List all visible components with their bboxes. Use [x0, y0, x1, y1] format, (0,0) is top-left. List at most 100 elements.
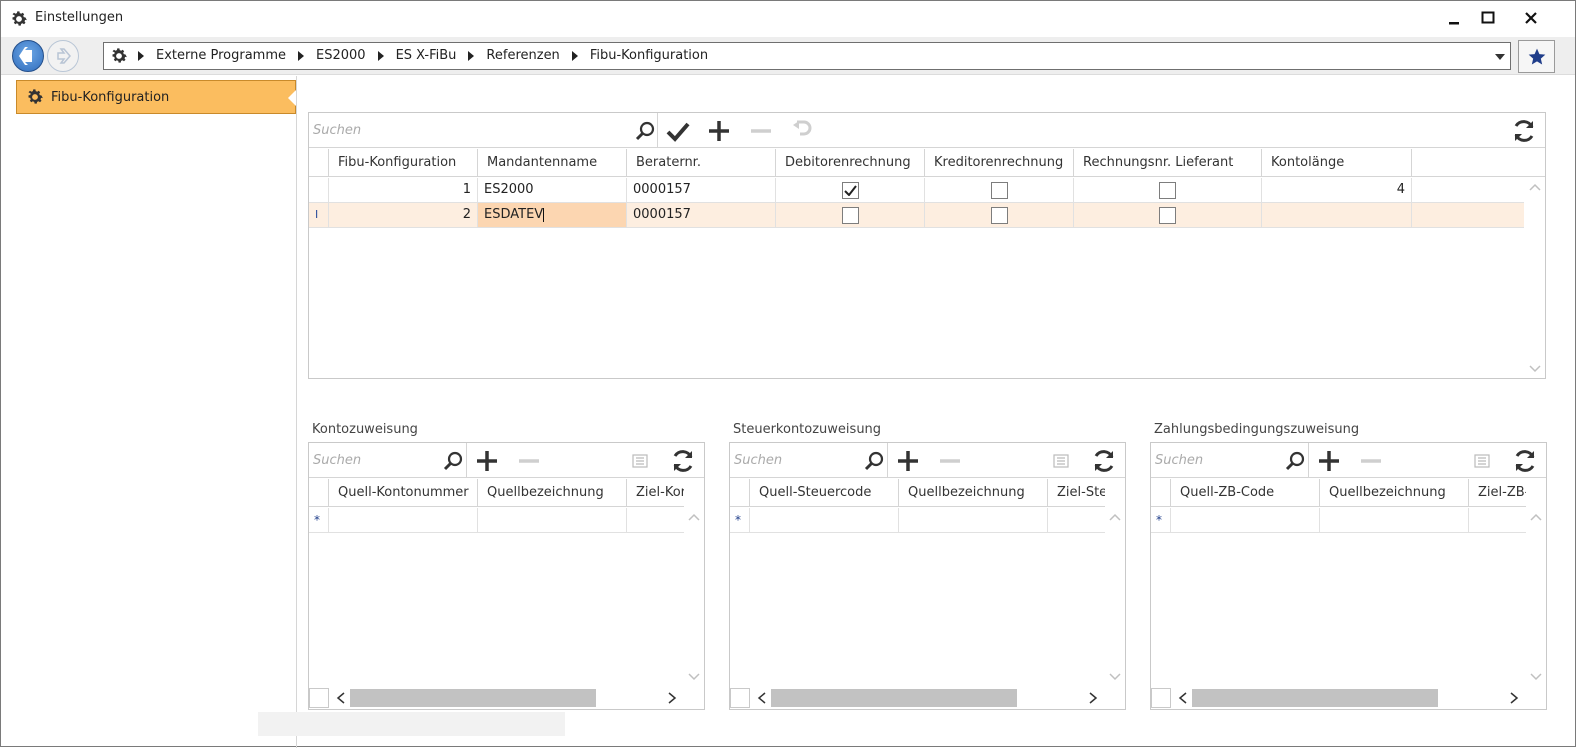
horizontal-scrollbar[interactable] — [1172, 687, 1526, 709]
new-row[interactable]: * — [309, 508, 684, 533]
search-icon[interactable] — [442, 450, 464, 472]
breadcrumb-separator-icon[interactable] — [462, 43, 480, 69]
column-header[interactable]: Beraternr. — [627, 149, 776, 177]
scroll-down-icon[interactable] — [1529, 362, 1541, 374]
scroll-up-icon[interactable] — [1529, 182, 1541, 194]
column-header[interactable]: Quell-Kontonummer — [329, 479, 478, 507]
add-button[interactable] — [895, 448, 921, 474]
debitorenrechnung-checkbox[interactable] — [841, 181, 859, 199]
vertical-scrollbar[interactable] — [1525, 178, 1545, 378]
breadcrumb-separator-icon[interactable] — [566, 43, 584, 69]
scroll-left-icon[interactable] — [1178, 692, 1188, 704]
search-icon[interactable] — [1284, 450, 1306, 472]
details-button[interactable] — [627, 448, 653, 474]
scroll-up-icon[interactable] — [1530, 512, 1542, 524]
maximize-button[interactable] — [1470, 5, 1506, 31]
search-box[interactable] — [730, 443, 888, 477]
search-icon[interactable] — [863, 450, 885, 472]
breadcrumb-item-externe-programme[interactable]: Externe Programme — [150, 43, 292, 69]
vertical-scrollbar[interactable] — [684, 508, 704, 688]
details-button[interactable] — [1048, 448, 1074, 474]
search-input[interactable] — [311, 118, 631, 142]
close-button[interactable] — [1513, 5, 1549, 31]
scroll-left-icon[interactable] — [336, 692, 346, 704]
kreditorenrechnung-checkbox[interactable] — [990, 206, 1008, 224]
search-input[interactable] — [732, 448, 862, 472]
search-box[interactable] — [309, 113, 658, 147]
add-button[interactable] — [474, 448, 500, 474]
new-row-cell[interactable] — [1469, 508, 1526, 532]
forward-button[interactable] — [47, 40, 79, 72]
new-row-cell[interactable] — [1320, 508, 1469, 532]
breadcrumb-item-es-x-fibu[interactable]: ES X-FiBu — [390, 43, 463, 69]
kreditorenrechnung-checkbox[interactable] — [990, 181, 1008, 199]
search-input[interactable] — [311, 448, 441, 472]
column-header[interactable]: Quellbezeichnung — [1320, 479, 1469, 507]
breadcrumb-item-es2000[interactable]: ES2000 — [310, 43, 372, 69]
breadcrumb-item-referenzen[interactable]: Referenzen — [480, 43, 565, 69]
scroll-down-icon[interactable] — [1109, 670, 1121, 682]
cell-fibu-konfiguration[interactable]: 1 — [329, 178, 478, 202]
column-header[interactable]: Kreditorenrechnung — [925, 149, 1074, 177]
column-header[interactable]: Quell-Steuercode — [750, 479, 899, 507]
search-icon[interactable] — [634, 120, 656, 142]
cell-kontolaenge[interactable] — [1262, 203, 1412, 227]
new-row-cell[interactable] — [478, 508, 627, 532]
column-header[interactable]: Rechnungsnr. Lieferant — [1074, 149, 1262, 177]
column-header[interactable]: Mandantenname — [478, 149, 627, 177]
details-button[interactable] — [1469, 448, 1495, 474]
cell-mandantenname[interactable]: ES2000 — [478, 178, 627, 202]
scrollbar-thumb[interactable] — [1192, 689, 1438, 707]
scroll-right-icon[interactable] — [667, 692, 677, 704]
sidebar-item-fibu-konfiguration[interactable]: Fibu-Konfiguration — [16, 80, 296, 114]
scroll-right-icon[interactable] — [1509, 692, 1519, 704]
refresh-button[interactable] — [670, 448, 696, 474]
debitorenrechnung-checkbox[interactable] — [841, 206, 859, 224]
new-row-cell[interactable] — [750, 508, 899, 532]
scroll-down-icon[interactable] — [1530, 670, 1542, 682]
save-button[interactable] — [665, 118, 691, 144]
column-header[interactable]: Debitorenrechnung — [776, 149, 925, 177]
breadcrumb-separator-icon[interactable] — [292, 43, 310, 69]
scrollbar-thumb[interactable] — [350, 689, 596, 707]
vertical-scrollbar[interactable] — [1105, 508, 1125, 688]
vertical-scrollbar[interactable] — [1526, 508, 1546, 688]
column-header[interactable]: Quell-ZB-Code — [1171, 479, 1320, 507]
breadcrumb-root[interactable] — [106, 43, 132, 69]
new-row-cell[interactable] — [627, 508, 684, 532]
search-box[interactable] — [1151, 443, 1309, 477]
scroll-right-icon[interactable] — [1088, 692, 1098, 704]
column-header[interactable]: Quellbezeichnung — [899, 479, 1048, 507]
address-dropdown-button[interactable] — [1494, 50, 1506, 65]
scroll-up-icon[interactable] — [1109, 512, 1121, 524]
horizontal-scrollbar[interactable] — [330, 687, 684, 709]
add-button[interactable] — [706, 118, 732, 144]
remove-button[interactable] — [516, 448, 542, 474]
new-row[interactable]: * — [1151, 508, 1526, 533]
remove-button[interactable] — [1358, 448, 1384, 474]
column-header[interactable]: Quellbezeichnung — [478, 479, 627, 507]
column-header[interactable]: Ziel-Ste — [1048, 479, 1105, 507]
column-header[interactable]: Ziel-Kor — [627, 479, 684, 507]
new-row-cell[interactable] — [899, 508, 1048, 532]
favorites-button[interactable] — [1518, 40, 1555, 73]
minimize-button[interactable] — [1436, 5, 1472, 31]
search-box[interactable] — [309, 443, 467, 477]
cell-beraternr[interactable]: 0000157 — [627, 178, 776, 202]
cell-mandantenname-editing[interactable]: ESDATEV — [478, 203, 627, 227]
breadcrumb-item-fibu-konfiguration[interactable]: Fibu-Konfiguration — [584, 43, 714, 69]
table-row[interactable]: 1 ES2000 0000157 4 — [309, 178, 1524, 203]
remove-button[interactable] — [937, 448, 963, 474]
cell-beraternr[interactable]: 0000157 — [627, 203, 776, 227]
breadcrumb-separator-icon[interactable] — [132, 43, 150, 69]
new-row[interactable]: * — [730, 508, 1105, 533]
cell-kontolaenge[interactable]: 4 — [1262, 178, 1412, 202]
cell-fibu-konfiguration[interactable]: 2 — [329, 203, 478, 227]
refresh-button[interactable] — [1091, 448, 1117, 474]
horizontal-scrollbar[interactable] — [751, 687, 1105, 709]
add-button[interactable] — [1316, 448, 1342, 474]
refresh-button[interactable] — [1512, 448, 1538, 474]
column-header[interactable]: Kontolänge — [1262, 149, 1412, 177]
table-row-selected[interactable]: I 2 ESDATEV 0000157 — [309, 203, 1524, 228]
scroll-up-icon[interactable] — [688, 512, 700, 524]
